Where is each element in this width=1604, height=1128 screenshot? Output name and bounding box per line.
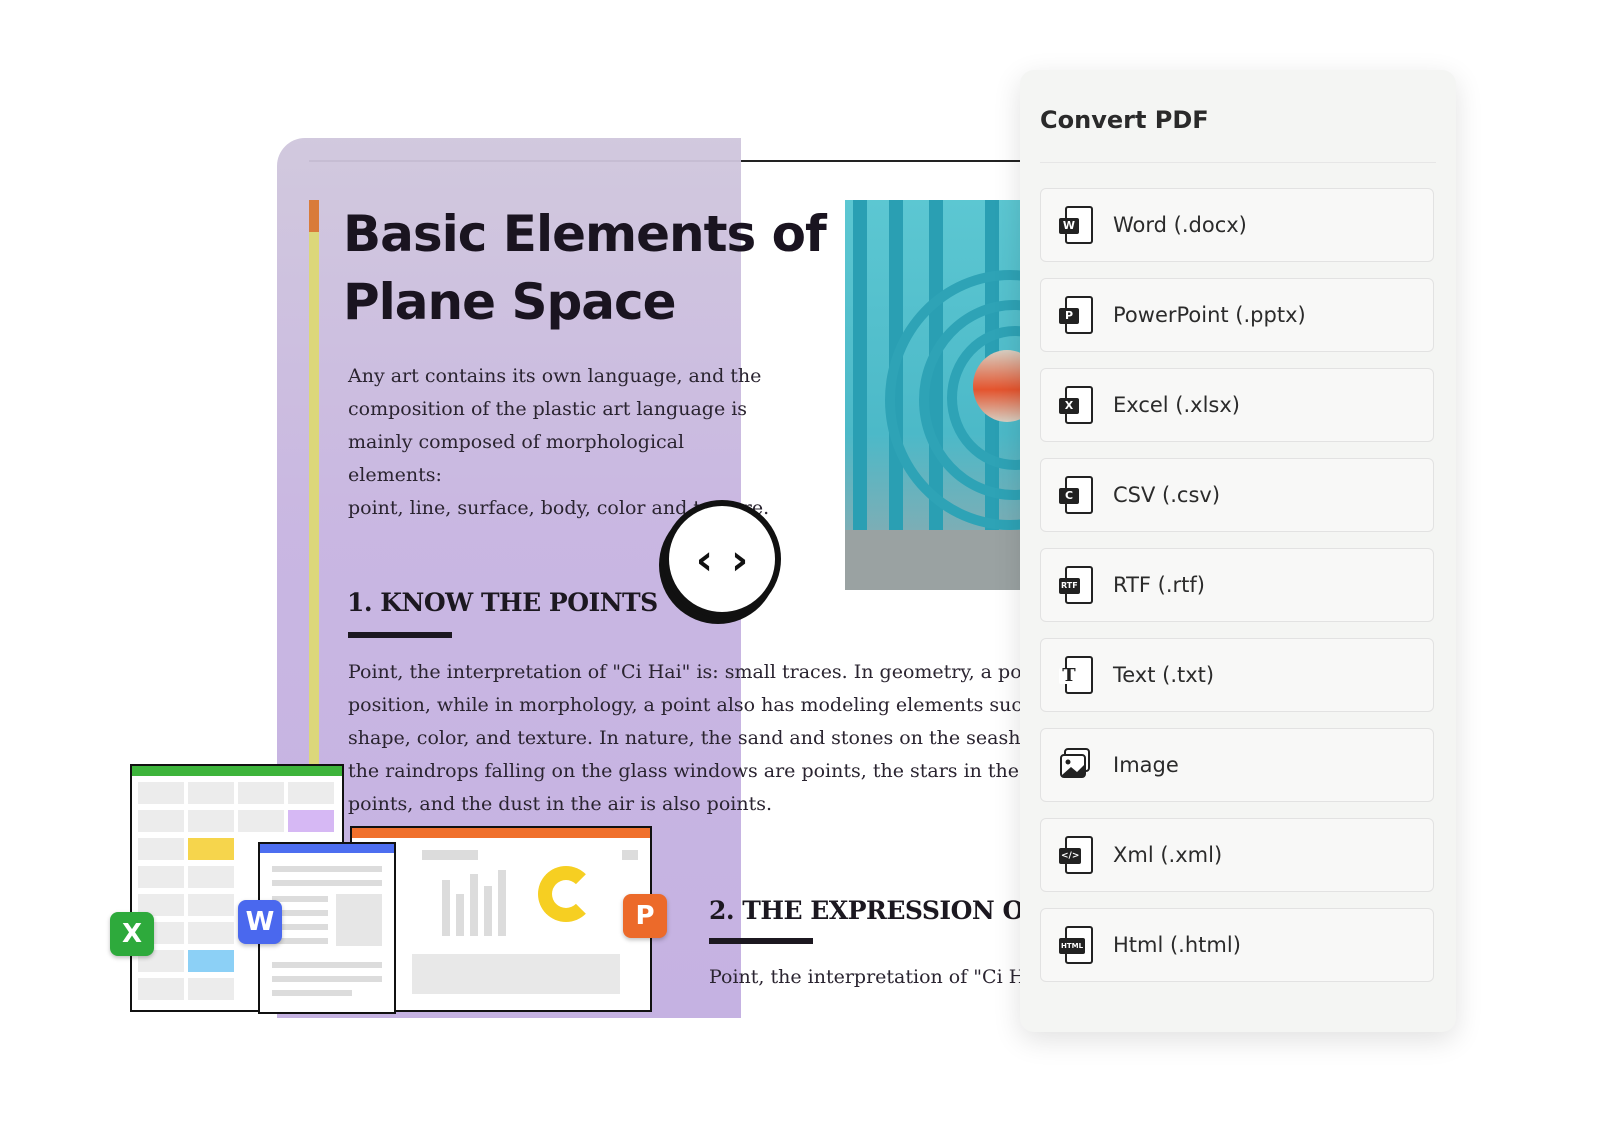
panel-title: Convert PDF xyxy=(1040,106,1209,134)
option-label: PowerPoint (.pptx) xyxy=(1113,303,1306,327)
chevron-right-icon: › xyxy=(731,534,749,584)
section-1-underline xyxy=(348,632,452,638)
option-label: RTF (.rtf) xyxy=(1113,573,1205,597)
intro-line: mainly composed of morphological element… xyxy=(348,431,685,486)
body-line: shape, color, and texture. In nature, th… xyxy=(348,727,1067,749)
section-1-body: Point, the interpretation of "Ci Hai" is… xyxy=(348,656,1067,821)
body-line: the raindrops falling on the glass windo… xyxy=(348,760,1067,782)
option-label: Text (.txt) xyxy=(1113,663,1215,687)
format-options-list: W Word (.docx) P PowerPoint (.pptx) X Ex… xyxy=(1040,188,1434,998)
option-label: Word (.docx) xyxy=(1113,213,1247,237)
title-line-2: Plane Space xyxy=(343,273,677,331)
word-app-icon: W xyxy=(238,900,282,944)
powerpoint-app-icon: P xyxy=(623,894,667,938)
convert-option-powerpoint[interactable]: P PowerPoint (.pptx) xyxy=(1040,278,1434,352)
csv-file-icon: C xyxy=(1059,476,1093,514)
section-2-heading: 2. THE EXPRESSION OF T xyxy=(709,896,1067,925)
chevron-left-icon: ‹ xyxy=(695,534,713,584)
convert-option-xml[interactable]: </> Xml (.xml) xyxy=(1040,818,1434,892)
convert-option-csv[interactable]: C CSV (.csv) xyxy=(1040,458,1434,532)
xml-file-icon: </> xyxy=(1059,836,1093,874)
body-line: points, and the dust in the air is also … xyxy=(348,793,773,815)
convert-option-text[interactable]: T Text (.txt) xyxy=(1040,638,1434,712)
convert-option-image[interactable]: Image xyxy=(1040,728,1434,802)
section-1-heading: 1. KNOW THE POINTS xyxy=(347,588,658,617)
accent-bar-top xyxy=(309,200,319,232)
html-file-icon: HTML xyxy=(1059,926,1093,964)
body-line: Point, the interpretation of "Ci Hai" is… xyxy=(348,661,1067,683)
option-label: Html (.html) xyxy=(1113,933,1241,957)
option-label: Image xyxy=(1113,753,1179,777)
body-line: position, while in morphology, a point a… xyxy=(348,694,1062,716)
excel-file-icon: X xyxy=(1059,386,1093,424)
compare-slider-handle[interactable]: ‹ › xyxy=(663,500,781,618)
option-label: Xml (.xml) xyxy=(1113,843,1223,867)
title-line-1: Basic Elements of xyxy=(343,205,827,263)
panel-divider xyxy=(1040,162,1436,163)
intro-line: Any art contains its own language, and t… xyxy=(348,365,762,387)
accent-bar xyxy=(309,200,319,840)
rtf-file-icon: RTF xyxy=(1059,566,1093,604)
text-file-icon: T xyxy=(1059,656,1093,694)
image-file-icon xyxy=(1059,746,1091,784)
convert-option-rtf[interactable]: RTF RTF (.rtf) xyxy=(1040,548,1434,622)
convert-pdf-panel: Convert PDF W Word (.docx) P PowerPoint … xyxy=(1020,70,1456,1032)
convert-option-html[interactable]: HTML Html (.html) xyxy=(1040,908,1434,982)
option-label: CSV (.csv) xyxy=(1113,483,1221,507)
convert-option-word[interactable]: W Word (.docx) xyxy=(1040,188,1434,262)
word-file-icon: W xyxy=(1059,206,1093,244)
option-label: Excel (.xlsx) xyxy=(1113,393,1240,417)
section-2-underline xyxy=(709,938,813,944)
excel-app-icon: X xyxy=(110,912,154,956)
powerpoint-file-icon: P xyxy=(1059,296,1093,334)
section-2-body: Point, the interpretation of "Ci Hai" i xyxy=(709,966,1064,988)
document-title: Basic Elements of Plane Space xyxy=(343,200,863,336)
intro-line: composition of the plastic art language … xyxy=(348,398,748,420)
convert-option-excel[interactable]: X Excel (.xlsx) xyxy=(1040,368,1434,442)
